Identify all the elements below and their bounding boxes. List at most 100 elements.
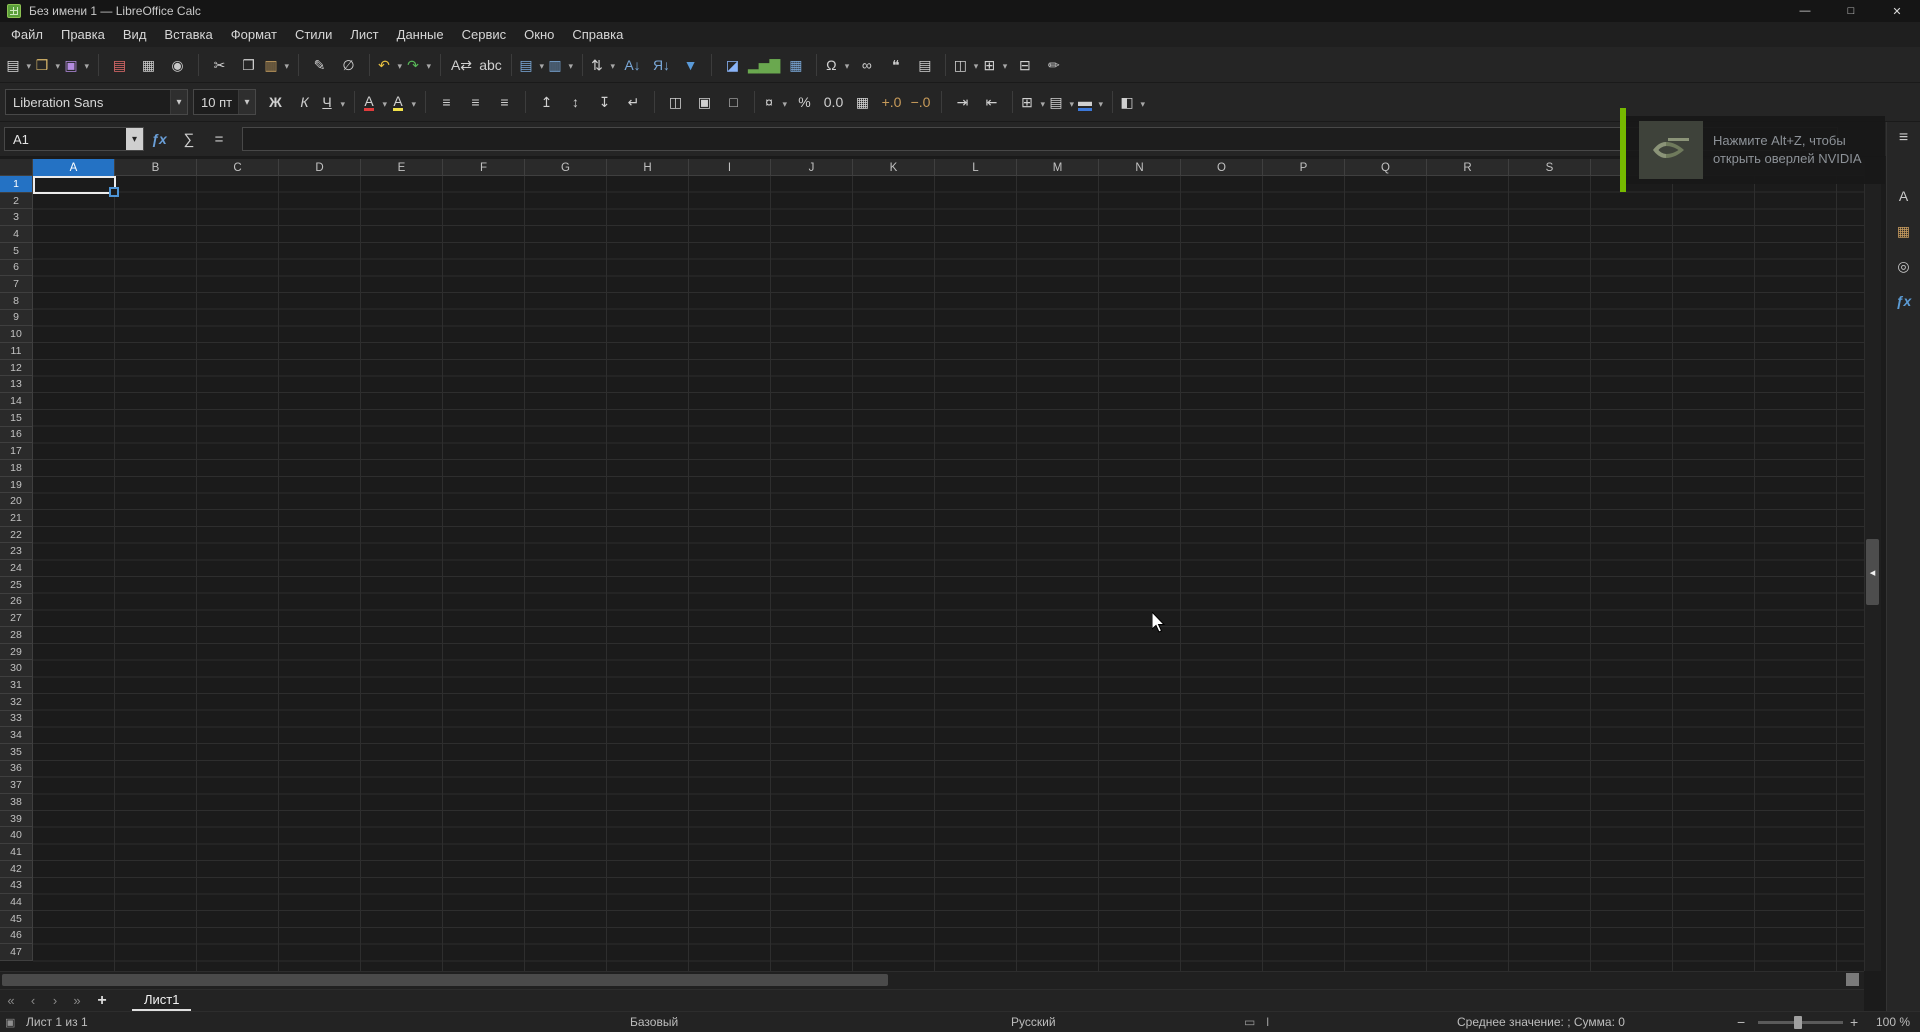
borders-button[interactable]: ⊞ [1020,89,1047,116]
format-currency-button[interactable]: ¤ [762,89,789,116]
zoom-in-button[interactable]: + [1850,1012,1858,1032]
column-header[interactable]: P [1263,159,1345,176]
align-right-button[interactable]: ≡ [491,89,518,116]
sidebar-collapse-icon[interactable]: ◂ [1866,550,1879,594]
bold-button[interactable]: Ж [262,89,289,116]
row-header-25[interactable]: 25 [0,576,33,594]
column-header[interactable]: D [279,159,361,176]
row-header-29[interactable]: 29 [0,643,33,661]
conditional-formatting-button[interactable]: ◧ [1120,89,1147,116]
row-header-20[interactable]: 20 [0,493,33,511]
row-header-34[interactable]: 34 [0,727,33,744]
insert-column-button[interactable]: ▥ [548,51,575,78]
row-header-19[interactable]: 19 [0,476,33,494]
row-header-23[interactable]: 23 [0,543,33,561]
split-window-button[interactable]: ⊟ [1011,51,1038,78]
chevron-down-icon[interactable]: ▾ [126,128,143,150]
row-header-45[interactable]: 45 [0,910,33,928]
row-header-6[interactable]: 6 [0,259,33,277]
unmerge-cells-button[interactable]: □ [720,89,747,116]
close-button[interactable]: ✕ [1874,0,1920,22]
column-header[interactable]: Q [1345,159,1427,176]
row-header-5[interactable]: 5 [0,242,33,260]
headers-footers-button[interactable]: ▤ [911,51,938,78]
chevron-down-icon[interactable]: ▾ [170,90,187,114]
page-style[interactable]: Базовый [630,1012,678,1032]
row-header-33[interactable]: 33 [0,710,33,728]
spelling-button[interactable]: abc [477,51,504,78]
insert-image-button[interactable]: ◪ [719,51,746,78]
align-left-button[interactable]: ≡ [433,89,460,116]
menu-item[interactable]: Справка [563,22,632,47]
row-header-47[interactable]: 47 [0,944,33,962]
column-header[interactable]: F [443,159,525,176]
row-header-3[interactable]: 3 [0,209,33,227]
format-number-button[interactable]: 0.0 [820,89,847,116]
align-top-button[interactable]: ↥ [533,89,560,116]
decrease-indent-button[interactable]: ⇤ [978,89,1005,116]
row-header-13[interactable]: 13 [0,376,33,394]
sort-ascending-button[interactable]: А↓ [619,51,646,78]
menu-item[interactable]: Формат [222,22,286,47]
font-name-combo[interactable]: Liberation Sans ▾ [5,89,188,115]
autofilter-button[interactable]: ▼ [677,51,704,78]
row-header-9[interactable]: 9 [0,309,33,327]
hyperlink-button[interactable]: ∞ [853,51,880,78]
zoom-slider-thumb[interactable] [1794,1016,1802,1029]
border-color-button[interactable]: ▬ [1078,89,1105,116]
row-header-12[interactable]: 12 [0,359,33,377]
row-header-27[interactable]: 27 [0,610,33,627]
column-header[interactable]: L [935,159,1017,176]
row-header-31[interactable]: 31 [0,677,33,694]
find-replace-button[interactable]: A⇄ [448,51,475,78]
column-header[interactable]: N [1099,159,1181,176]
equals-icon[interactable]: = [204,131,234,148]
column-header[interactable]: J [771,159,853,176]
menu-item[interactable]: Данные [388,22,453,47]
freeze-rows-columns-button[interactable]: ◫ [953,51,980,78]
row-header-42[interactable]: 42 [0,860,33,878]
row-header-26[interactable]: 26 [0,593,33,611]
functions-icon[interactable]: ƒx [1891,288,1917,314]
first-sheet-button[interactable]: « [0,993,22,1008]
column-header[interactable]: I [689,159,771,176]
row-header-1[interactable]: 1 [0,176,33,193]
menu-item[interactable]: Файл [2,22,52,47]
name-box[interactable]: A1 ▾ [4,127,144,151]
freeze-cells-button[interactable]: ⊞ [982,51,1009,78]
menu-item[interactable]: Правка [52,22,114,47]
column-header[interactable]: A [33,159,115,176]
insert-chart-button[interactable]: ▂▅▇ [748,51,780,78]
zoom-out-button[interactable]: − [1737,1012,1745,1032]
row-header-18[interactable]: 18 [0,459,33,477]
row-header-46[interactable]: 46 [0,927,33,945]
row-header-43[interactable]: 43 [0,877,33,895]
insert-comment-button[interactable]: ❝ [882,51,909,78]
sidebar-settings-icon[interactable]: ≡ [1891,125,1917,151]
row-header-2[interactable]: 2 [0,192,33,210]
row-header-39[interactable]: 39 [0,810,33,828]
formula-input[interactable] [242,127,1838,151]
add-decimal-button[interactable]: +.0 [878,89,905,116]
select-all-corner[interactable] [0,159,33,176]
row-header-11[interactable]: 11 [0,343,33,360]
align-center-button[interactable]: ≡ [462,89,489,116]
menu-item[interactable]: Стили [286,22,341,47]
navigator-icon[interactable]: ◎ [1891,253,1917,279]
font-color-button[interactable]: А [362,89,389,116]
copy-button[interactable]: ❐ [235,51,262,78]
sheet-info[interactable]: Лист 1 из 1 [26,1012,88,1032]
row-header-4[interactable]: 4 [0,226,33,243]
format-percent-button[interactable]: % [791,89,818,116]
row-header-41[interactable]: 41 [0,844,33,861]
row-header-15[interactable]: 15 [0,409,33,427]
menu-item[interactable]: Сервис [453,22,516,47]
row-header-10[interactable]: 10 [0,326,33,344]
column-header[interactable]: K [853,159,935,176]
redo-button[interactable]: ↷ [406,51,433,78]
italic-button[interactable]: К [291,89,318,116]
column-header[interactable]: B [115,159,197,176]
maximize-button[interactable]: □ [1828,0,1874,22]
insert-row-button[interactable]: ▤ [519,51,546,78]
increase-indent-button[interactable]: ⇥ [949,89,976,116]
